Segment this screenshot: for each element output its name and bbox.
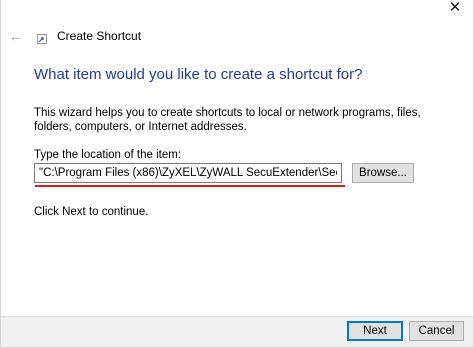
- close-icon[interactable]: ✕: [447, 0, 463, 16]
- cancel-button[interactable]: Cancel: [409, 321, 464, 341]
- browse-button[interactable]: Browse...: [352, 163, 414, 183]
- location-input[interactable]: [34, 163, 342, 183]
- wizard-title: Create Shortcut: [57, 29, 142, 43]
- create-shortcut-window: ✕ ← Create Shortcut What item would you …: [0, 0, 474, 348]
- location-label: Type the location of the item:: [34, 149, 182, 161]
- wizard-header: ← Create Shortcut: [9, 28, 141, 44]
- wizard-description: This wizard helps you to create shortcut…: [34, 107, 421, 133]
- highlight-underline: [35, 185, 345, 187]
- continue-instruction: Click Next to continue.: [34, 206, 149, 218]
- shortcut-icon: [37, 31, 47, 44]
- next-button[interactable]: Next: [347, 321, 403, 341]
- wizard-footer: Next Cancel: [1, 316, 473, 347]
- back-arrow-icon[interactable]: ←: [9, 29, 23, 43]
- page-heading: What item would you like to create a sho…: [34, 66, 363, 83]
